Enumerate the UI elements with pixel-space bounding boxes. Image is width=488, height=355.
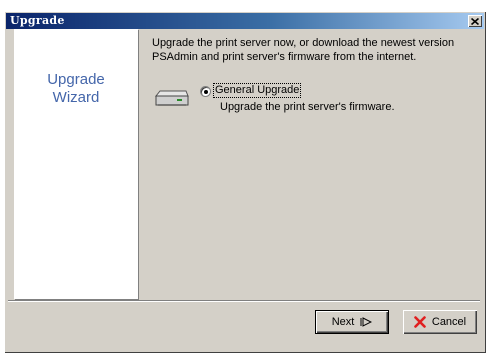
red-x-icon: [414, 316, 426, 328]
next-arrow-icon: [360, 317, 373, 327]
window-title: Upgrade: [10, 14, 65, 27]
wizard-title-line1: Upgrade: [47, 71, 105, 88]
intro-line1: Upgrade the print server now, or downloa…: [152, 37, 455, 49]
general-upgrade-label[interactable]: General Upgrade: [212, 83, 302, 98]
next-button-label: Next: [331, 316, 355, 328]
wizard-side-panel: Upgrade Wizard: [14, 29, 138, 299]
wizard-title: Upgrade Wizard: [14, 71, 138, 107]
cancel-button[interactable]: Cancel: [403, 310, 477, 334]
next-button[interactable]: Next: [315, 310, 389, 334]
footer-divider: [8, 300, 480, 302]
intro-text: Upgrade the print server now, or downloa…: [152, 36, 478, 64]
printer-device-icon: [154, 90, 189, 106]
intro-line2: PSAdmin and print server's firmware from…: [152, 51, 417, 63]
close-x-icon: [471, 17, 479, 25]
general-upgrade-radio[interactable]: [200, 86, 211, 97]
title-bar[interactable]: Upgrade: [6, 13, 484, 29]
general-upgrade-description: Upgrade the print server's firmware.: [220, 101, 395, 113]
cancel-button-label: Cancel: [431, 316, 467, 328]
radio-selected-dot: [204, 90, 208, 94]
wizard-title-line2: Wizard: [52, 89, 100, 106]
close-button[interactable]: [468, 15, 482, 27]
